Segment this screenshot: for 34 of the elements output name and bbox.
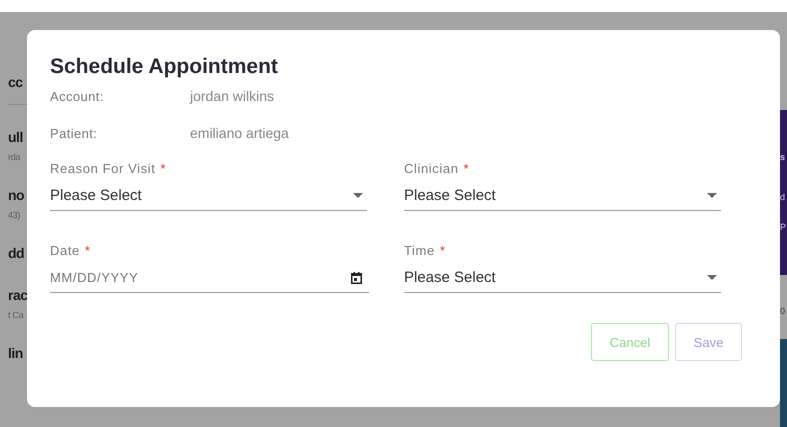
background-text: ull [8, 128, 23, 147]
background-text: t Ca [8, 309, 24, 321]
required-mark: * [84, 243, 91, 259]
select-field[interactable]: Please Select [50, 181, 367, 211]
field-label: Reason For Visit [50, 161, 156, 177]
background-text: 43) [8, 209, 20, 221]
background-text: cc [8, 73, 23, 92]
info-value: emiliano artiega [190, 125, 289, 141]
panel-text: s [780, 152, 786, 162]
background-text: 0 [780, 305, 786, 317]
calendar-icon[interactable] [351, 272, 362, 284]
panel-text: P [780, 222, 787, 232]
caret-icon [707, 193, 717, 198]
select-field[interactable]: Please Select [404, 181, 721, 211]
info-label: Account: [50, 88, 105, 104]
required-mark: * [464, 161, 470, 177]
info-value: jordan wilkins [190, 88, 274, 104]
required-mark: * [440, 243, 446, 259]
date-field[interactable]: MM/DD/YYYY [50, 263, 369, 293]
select-field[interactable]: Please Select [404, 263, 721, 293]
background-text: rac [8, 286, 28, 305]
dialog-title: Schedule Appointment [50, 54, 279, 80]
background-text: lin [8, 344, 23, 363]
field-label: Clinician [404, 161, 459, 177]
required-mark: * [160, 161, 166, 177]
background-text: dd [8, 244, 24, 263]
background-text: rda [8, 151, 20, 163]
caret-icon [353, 193, 363, 198]
field-label: Time [404, 243, 435, 259]
field-label: Date [50, 243, 80, 259]
caret-icon [707, 275, 717, 280]
panel-text: d [780, 192, 786, 202]
info-label: Patient: [50, 126, 98, 140]
background-text: no [8, 186, 24, 205]
